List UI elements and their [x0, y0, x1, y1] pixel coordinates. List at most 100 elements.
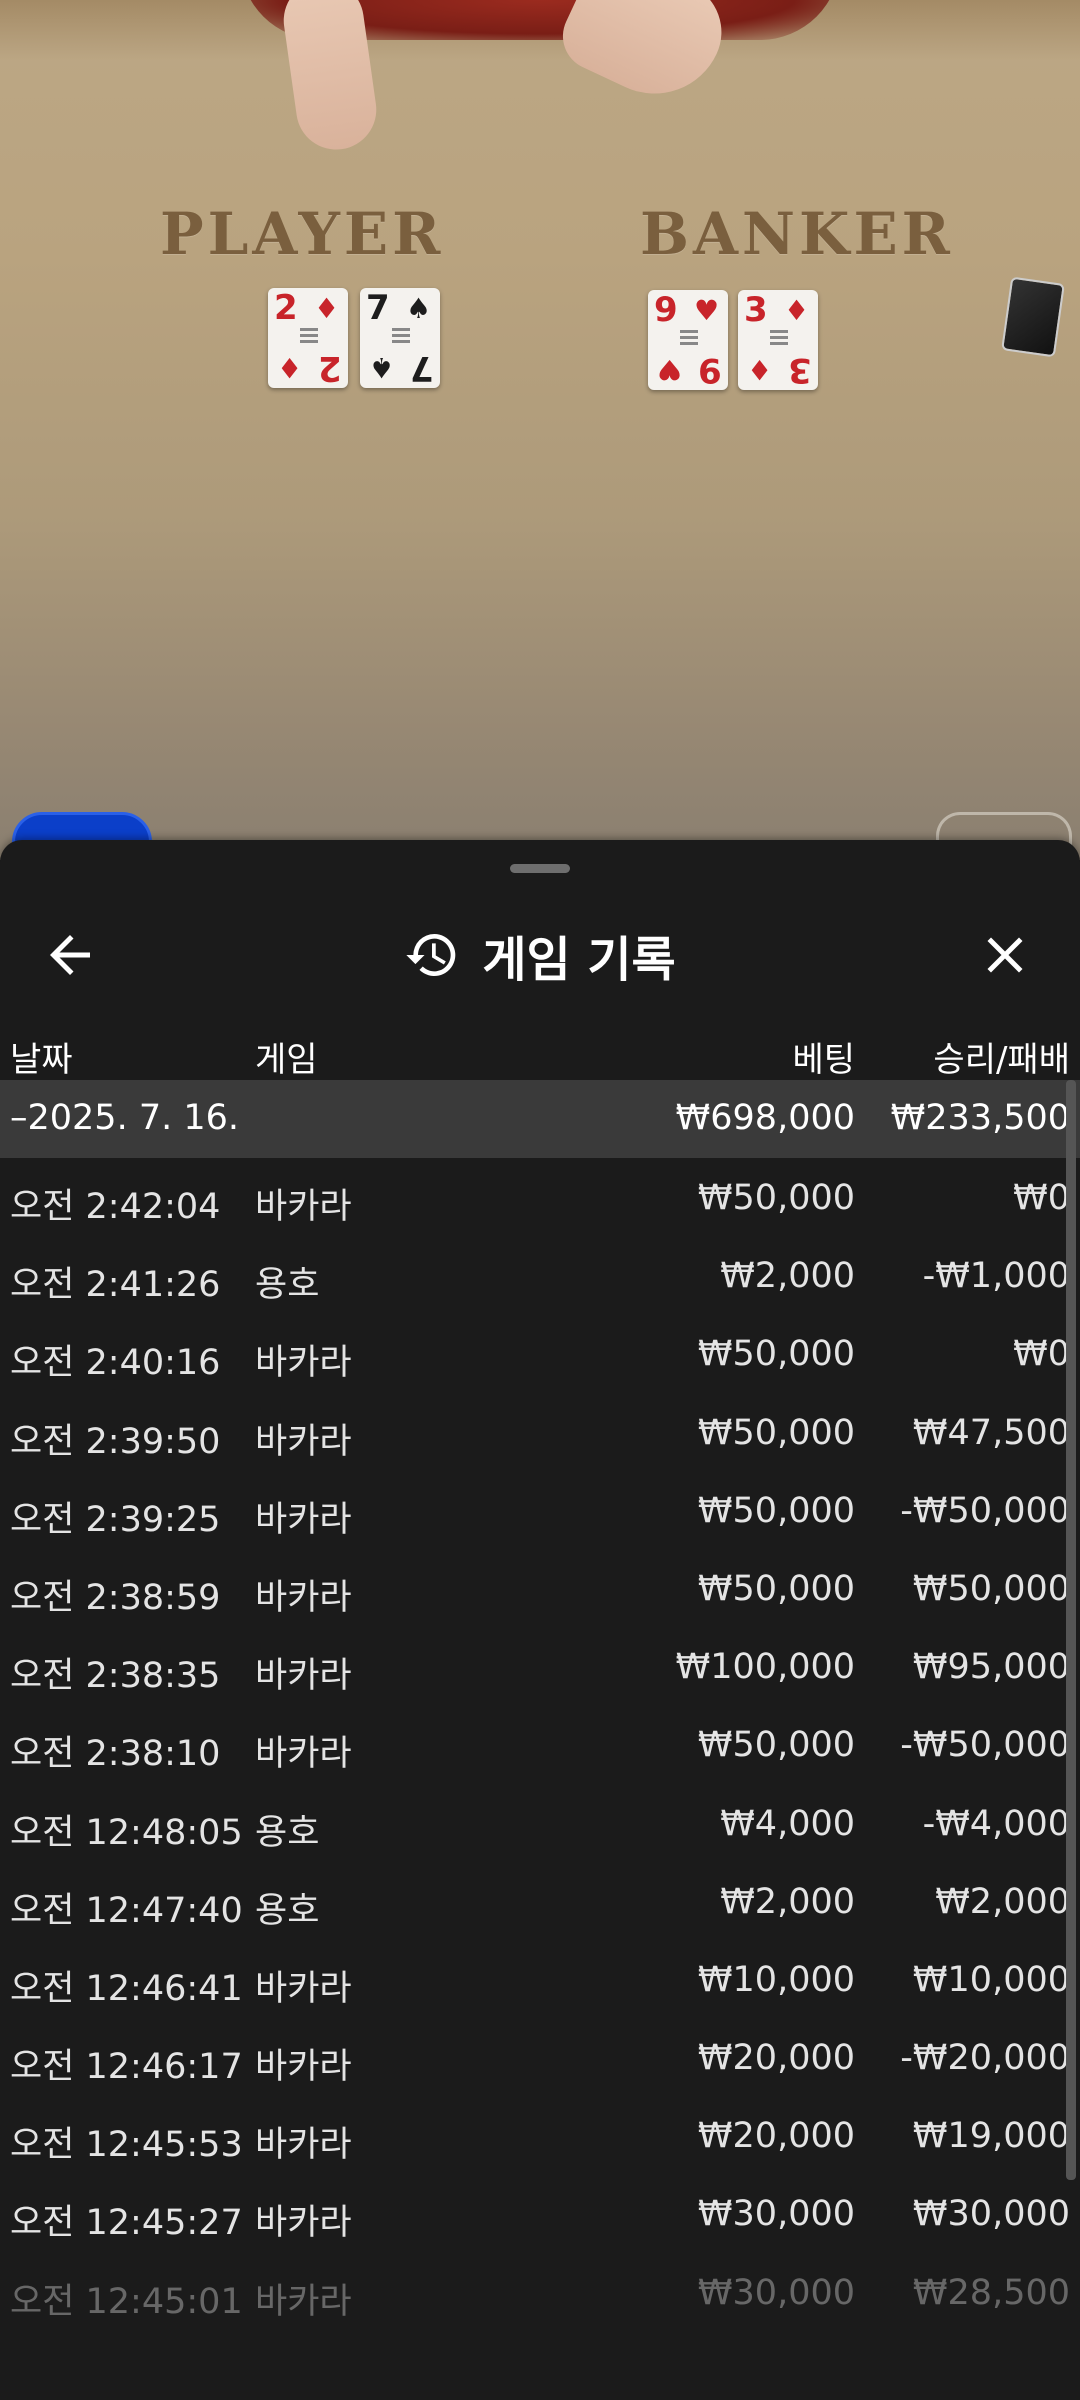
row-bet: ₩4,000	[720, 1803, 855, 1844]
sheet-title: 게임 기록	[482, 932, 676, 988]
arrow-left-icon[interactable]	[40, 925, 100, 985]
row-bet: ₩20,000	[697, 2038, 855, 2079]
row-time: 오전 2:41:26	[10, 1265, 221, 1306]
row-game: 바카라	[255, 2281, 352, 2322]
column-game: 게임	[255, 1040, 318, 1080]
table-header: 날짜 게임 베팅 승리/패배	[0, 1010, 1080, 1090]
card-suit-inverted: ♠	[368, 351, 394, 384]
card-rank: 9	[654, 290, 678, 330]
history-icon	[406, 934, 456, 976]
row-bet: ₩50,000	[697, 1178, 855, 1218]
row-game: 바카라	[255, 1499, 352, 1540]
table-row[interactable]: 오전 2:39:50 바카라 ₩50,000 ₩47,500	[0, 1395, 1080, 1473]
date-group-bet-total: ₩698,000	[675, 1098, 855, 1138]
player-card-2: 7 ♠ 7 ♠	[360, 288, 440, 388]
table-row[interactable]: 오전 12:46:17 바카라 ₩20,000 -₩20,000	[0, 2020, 1080, 2098]
banker-card-1: 9 ♥ 9 ♥	[648, 290, 728, 390]
row-win-loss: ₩2,000	[935, 1881, 1070, 1922]
card-pattern	[680, 330, 698, 348]
row-game: 용호	[255, 1812, 320, 1853]
table-row[interactable]: 오전 2:42:04 바카라 ₩50,000 ₩0	[0, 1160, 1080, 1238]
table-row[interactable]: 오전 12:48:05 용호 ₩4,000 -₩4,000	[0, 1786, 1080, 1864]
date-group-win-total: ₩233,500	[890, 1098, 1070, 1138]
row-time: 오전 2:42:04	[10, 1187, 221, 1227]
table-row[interactable]: 오전 2:38:35 바카라 ₩100,000 ₩95,000	[0, 1629, 1080, 1707]
row-win-loss: ₩10,000	[912, 1959, 1070, 2000]
row-time: 오전 2:39:25	[10, 1499, 221, 1540]
card-rank-inverted: 3	[788, 350, 812, 390]
row-game: 바카라	[255, 2047, 352, 2088]
player-zone-label: PLAYER	[160, 200, 445, 268]
card-suit: ♦	[784, 294, 810, 327]
row-win-loss: ₩0	[1013, 1334, 1070, 1375]
row-time: 오전 2:38:10	[10, 1734, 221, 1775]
history-list: 오전 2:42:04 바카라 ₩50,000 ₩0 오전 2:41:26 용호 ₩2,00…	[0, 1160, 1080, 2400]
table-row[interactable]: 오전 2:40:16 바카라 ₩50,000 ₩0	[0, 1316, 1080, 1394]
scrollbar[interactable]	[1066, 1080, 1076, 2180]
table-row[interactable]: 오전 2:41:26 용호 ₩2,000 -₩1,000	[0, 1238, 1080, 1316]
row-time: 오전 12:45:27	[10, 2203, 243, 2244]
card-pattern	[300, 328, 318, 346]
title-group: 게임 기록	[0, 900, 1080, 1010]
row-win-loss: ₩0	[1013, 1178, 1070, 1218]
card-suit: ♦	[314, 292, 340, 325]
card-shoe	[1001, 276, 1065, 358]
card-suit-inverted: ♦	[276, 351, 302, 384]
row-time: 오전 12:48:05	[10, 1812, 243, 1853]
row-game: 바카라	[255, 1343, 352, 1384]
banker-card-2: 3 ♦ 3 ♦	[738, 290, 818, 390]
row-win-loss: ₩95,000	[912, 1647, 1070, 1688]
row-win-loss: ₩47,500	[912, 1412, 1070, 1453]
table-row[interactable]: 오전 2:39:25 바카라 ₩50,000 -₩50,000	[0, 1473, 1080, 1551]
row-bet: ₩30,000	[697, 2272, 855, 2313]
dealer-right-hand	[551, 0, 739, 117]
row-game: 바카라	[255, 1734, 352, 1775]
row-time: 오전 2:40:16	[10, 1343, 221, 1384]
card-suit-inverted: ♥	[656, 353, 682, 386]
row-bet: ₩100,000	[675, 1647, 855, 1688]
date-group-row[interactable]: –2025. 7. 16. ₩698,000 ₩233,500	[0, 1080, 1080, 1158]
table-row[interactable]: 오전 2:38:59 바카라 ₩50,000 ₩50,000	[0, 1551, 1080, 1629]
row-bet: ₩20,000	[697, 2116, 855, 2157]
row-game: 바카라	[255, 2125, 352, 2166]
row-win-loss: -₩1,000	[922, 1256, 1070, 1297]
table-row[interactable]: 오전 2:38:10 바카라 ₩50,000 -₩50,000	[0, 1707, 1080, 1785]
card-suit-inverted: ♦	[746, 353, 772, 386]
row-bet: ₩10,000	[697, 1959, 855, 2000]
column-date: 날짜	[10, 1040, 73, 1080]
row-game: 용호	[255, 1890, 320, 1931]
table-row[interactable]: 오전 12:45:27 바카라 ₩30,000 ₩30,000	[0, 2176, 1080, 2254]
row-bet: ₩50,000	[697, 1490, 855, 1531]
row-bet: ₩30,000	[697, 2194, 855, 2235]
table-row[interactable]: 오전 12:45:01 바카라 ₩30,000 ₩28,500	[0, 2255, 1080, 2333]
card-suit: ♥	[694, 294, 720, 327]
card-suit: ♠	[406, 292, 432, 325]
row-time: 오전 2:38:59	[10, 1577, 221, 1618]
banker-zone-label: BANKER	[640, 200, 954, 268]
close-icon[interactable]	[975, 925, 1035, 985]
card-rank-inverted: 9	[698, 350, 722, 390]
row-game: 바카라	[255, 1187, 352, 1227]
row-win-loss: ₩19,000	[912, 2116, 1070, 2157]
card-rank: 7	[366, 288, 390, 328]
column-bet: 베팅	[792, 1040, 855, 1080]
row-time: 오전 12:45:01	[10, 2281, 243, 2322]
column-win-loss: 승리/패배	[933, 1040, 1070, 1080]
drag-handle[interactable]	[510, 864, 570, 873]
row-win-loss: ₩28,500	[912, 2272, 1070, 2313]
card-rank-inverted: 2	[318, 348, 342, 388]
table-row[interactable]: 오전 12:46:41 바카라 ₩10,000 ₩10,000	[0, 1942, 1080, 2020]
row-game: 바카라	[255, 1421, 352, 1462]
table-row[interactable]: 오전 12:45:53 바카라 ₩20,000 ₩19,000	[0, 2098, 1080, 2176]
row-time: 오전 12:46:41	[10, 1968, 243, 2009]
row-bet: ₩50,000	[697, 1334, 855, 1375]
row-game: 바카라	[255, 1577, 352, 1618]
row-win-loss: -₩4,000	[922, 1803, 1070, 1844]
row-bet: ₩2,000	[720, 1256, 855, 1297]
player-card-1: 2 ♦ 2 ♦	[268, 288, 348, 388]
row-win-loss: ₩30,000	[912, 2194, 1070, 2235]
card-rank-inverted: 7	[410, 348, 434, 388]
row-time: 오전 2:39:50	[10, 1421, 221, 1462]
table-row[interactable]: 오전 12:47:40 용호 ₩2,000 ₩2,000	[0, 1864, 1080, 1942]
row-bet: ₩50,000	[697, 1725, 855, 1766]
